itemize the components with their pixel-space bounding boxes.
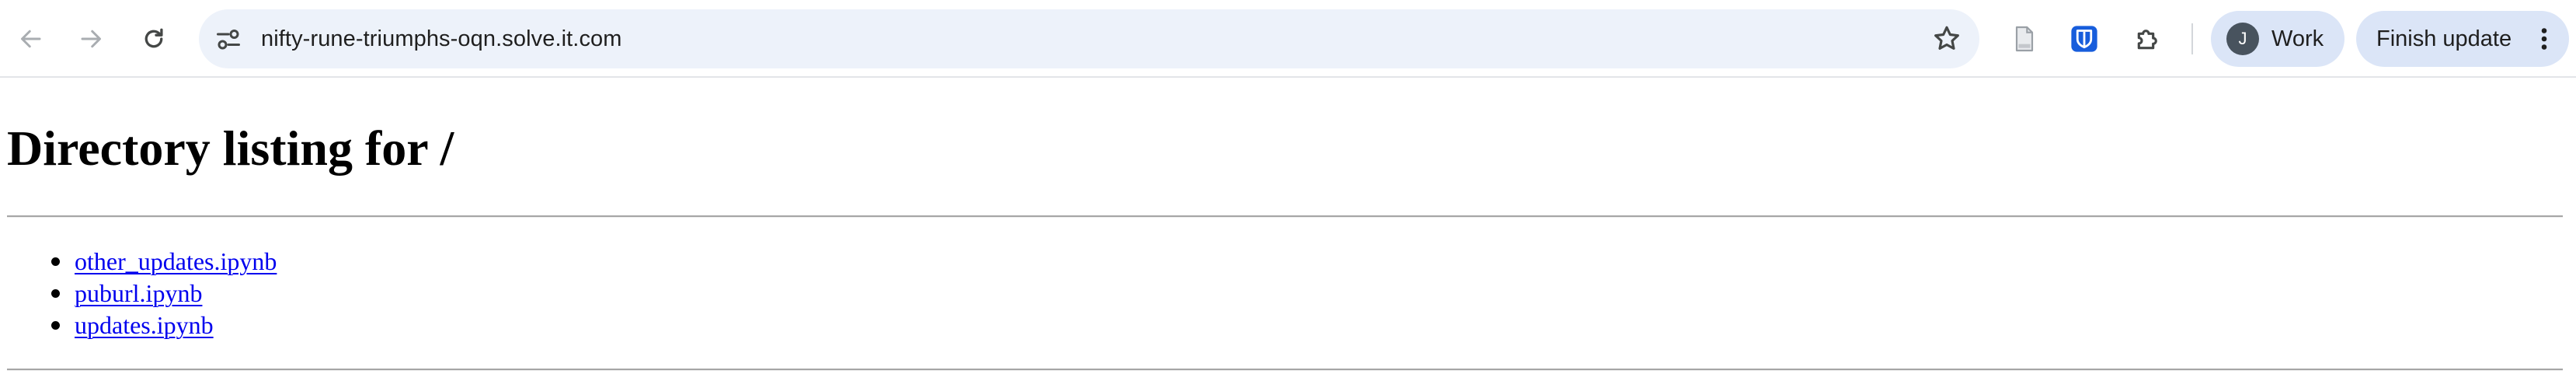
finish-update-button[interactable]: Finish update (2356, 11, 2569, 67)
arrow-right-icon (81, 30, 101, 48)
list-item: puburl.ipynb (0, 278, 277, 309)
list-item: other_updates.ipynb (0, 246, 277, 278)
kebab-menu-icon[interactable] (2533, 25, 2555, 53)
file-link-puburl[interactable]: puburl.ipynb (75, 279, 202, 307)
bullet (51, 289, 60, 298)
bitwarden-shield-icon (2071, 26, 2097, 52)
back-button[interactable] (9, 17, 52, 61)
extension-document-button[interactable] (2004, 19, 2045, 59)
avatar: J (2226, 23, 2259, 55)
page-title: Directory listing for / (7, 121, 454, 176)
divider-top (7, 215, 2563, 218)
profile-label: Work (2271, 26, 2324, 51)
puzzle-icon (2137, 30, 2157, 50)
divider-bottom (7, 369, 2563, 371)
profile-button[interactable]: J Work (2211, 11, 2345, 67)
tune-icon[interactable] (214, 25, 242, 53)
toolbar-separator (2191, 23, 2193, 54)
star-outline-icon[interactable] (1931, 23, 1962, 54)
browser-toolbar: nifty-rune-triumphs-oqn.solve.it.com J W… (0, 0, 2576, 78)
document-icon (2015, 26, 2034, 52)
bitwarden-extension-button[interactable] (2064, 19, 2104, 59)
forward-button[interactable] (70, 17, 113, 61)
url-text[interactable]: nifty-rune-triumphs-oqn.solve.it.com (261, 9, 622, 68)
bullet (51, 257, 60, 266)
bullet (51, 321, 60, 330)
file-list: other_updates.ipynb puburl.ipynb updates… (0, 246, 277, 341)
file-link-updates[interactable]: updates.ipynb (75, 311, 214, 339)
address-bar[interactable]: nifty-rune-triumphs-oqn.solve.it.com (199, 9, 1979, 68)
reload-button[interactable] (132, 17, 176, 61)
file-link-other-updates[interactable]: other_updates.ipynb (75, 247, 277, 275)
finish-update-label: Finish update (2376, 26, 2512, 51)
reload-icon (144, 28, 163, 48)
list-item: updates.ipynb (0, 309, 277, 341)
arrow-left-icon (21, 30, 41, 48)
extensions-button[interactable] (2128, 19, 2168, 59)
